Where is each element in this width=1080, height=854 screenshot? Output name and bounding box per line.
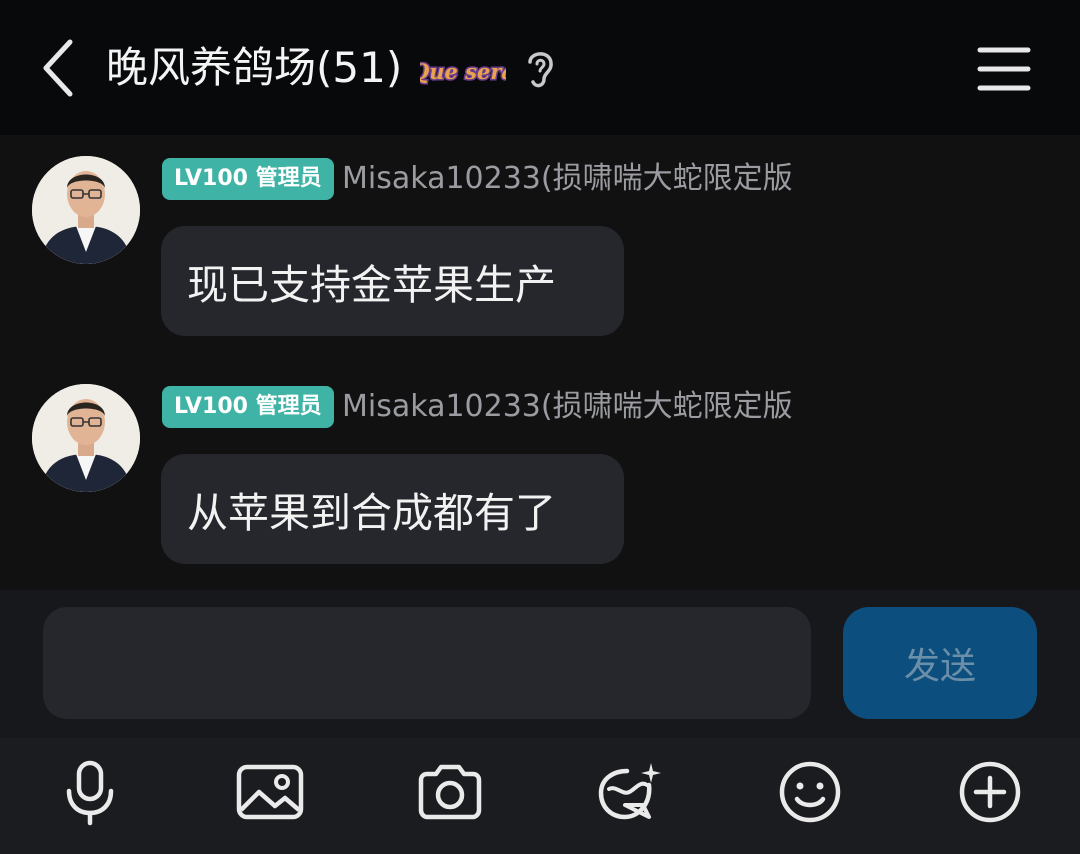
sticker-icon [598, 763, 661, 820]
hamburger-menu-icon [977, 47, 1031, 91]
ear-icon[interactable] [522, 46, 558, 92]
message-item: LV100 管理员 Misaka10233(损啸喘大蛇限定版 现已支持金苹果生产 [0, 156, 1080, 356]
composer-toolbar [0, 738, 1080, 854]
back-button[interactable] [30, 30, 86, 106]
message-text: 现已支持金苹果生产 [187, 261, 556, 309]
plus-icon [959, 761, 1021, 823]
emoji-button[interactable] [770, 752, 850, 832]
level-badge: LV100 管理员 [162, 158, 334, 200]
message-bubble[interactable]: 现已支持金苹果生产 [161, 226, 624, 336]
voice-button[interactable] [50, 752, 130, 832]
chevron-left-icon [43, 39, 73, 97]
que-sera-badge[interactable]: Que sera [409, 48, 516, 92]
message-input[interactable] [43, 607, 811, 719]
sender-name[interactable]: Misaka10233(损啸喘大蛇限定版 [342, 386, 793, 428]
sender-name[interactable]: Misaka10233(损啸喘大蛇限定版 [342, 158, 793, 200]
camera-icon [418, 764, 482, 820]
message-bubble[interactable]: 从苹果到合成都有了 [161, 454, 624, 564]
camera-button[interactable] [410, 752, 490, 832]
message-item: LV100 管理员 Misaka10233(损啸喘大蛇限定版 从苹果到合成都有了 [0, 384, 1080, 584]
more-button[interactable] [950, 752, 1030, 832]
send-button[interactable]: 发送 [843, 607, 1037, 719]
avatar[interactable] [32, 384, 140, 492]
microphone-icon [66, 760, 114, 826]
level-badge: LV100 管理员 [162, 386, 334, 428]
emoji-icon [779, 761, 841, 823]
que-sera-text: Que sera [420, 59, 506, 84]
message-text: 从苹果到合成都有了 [187, 489, 556, 537]
image-icon [236, 764, 304, 820]
chat-header: 晚风养鸽场(51) Que sera [0, 0, 1080, 135]
image-button[interactable] [230, 752, 310, 832]
sticker-button[interactable] [590, 752, 670, 832]
composer: 发送 [0, 590, 1080, 738]
menu-button[interactable] [970, 40, 1038, 98]
page-title[interactable]: 晚风养鸽场(51) [106, 38, 402, 98]
avatar[interactable] [32, 156, 140, 264]
